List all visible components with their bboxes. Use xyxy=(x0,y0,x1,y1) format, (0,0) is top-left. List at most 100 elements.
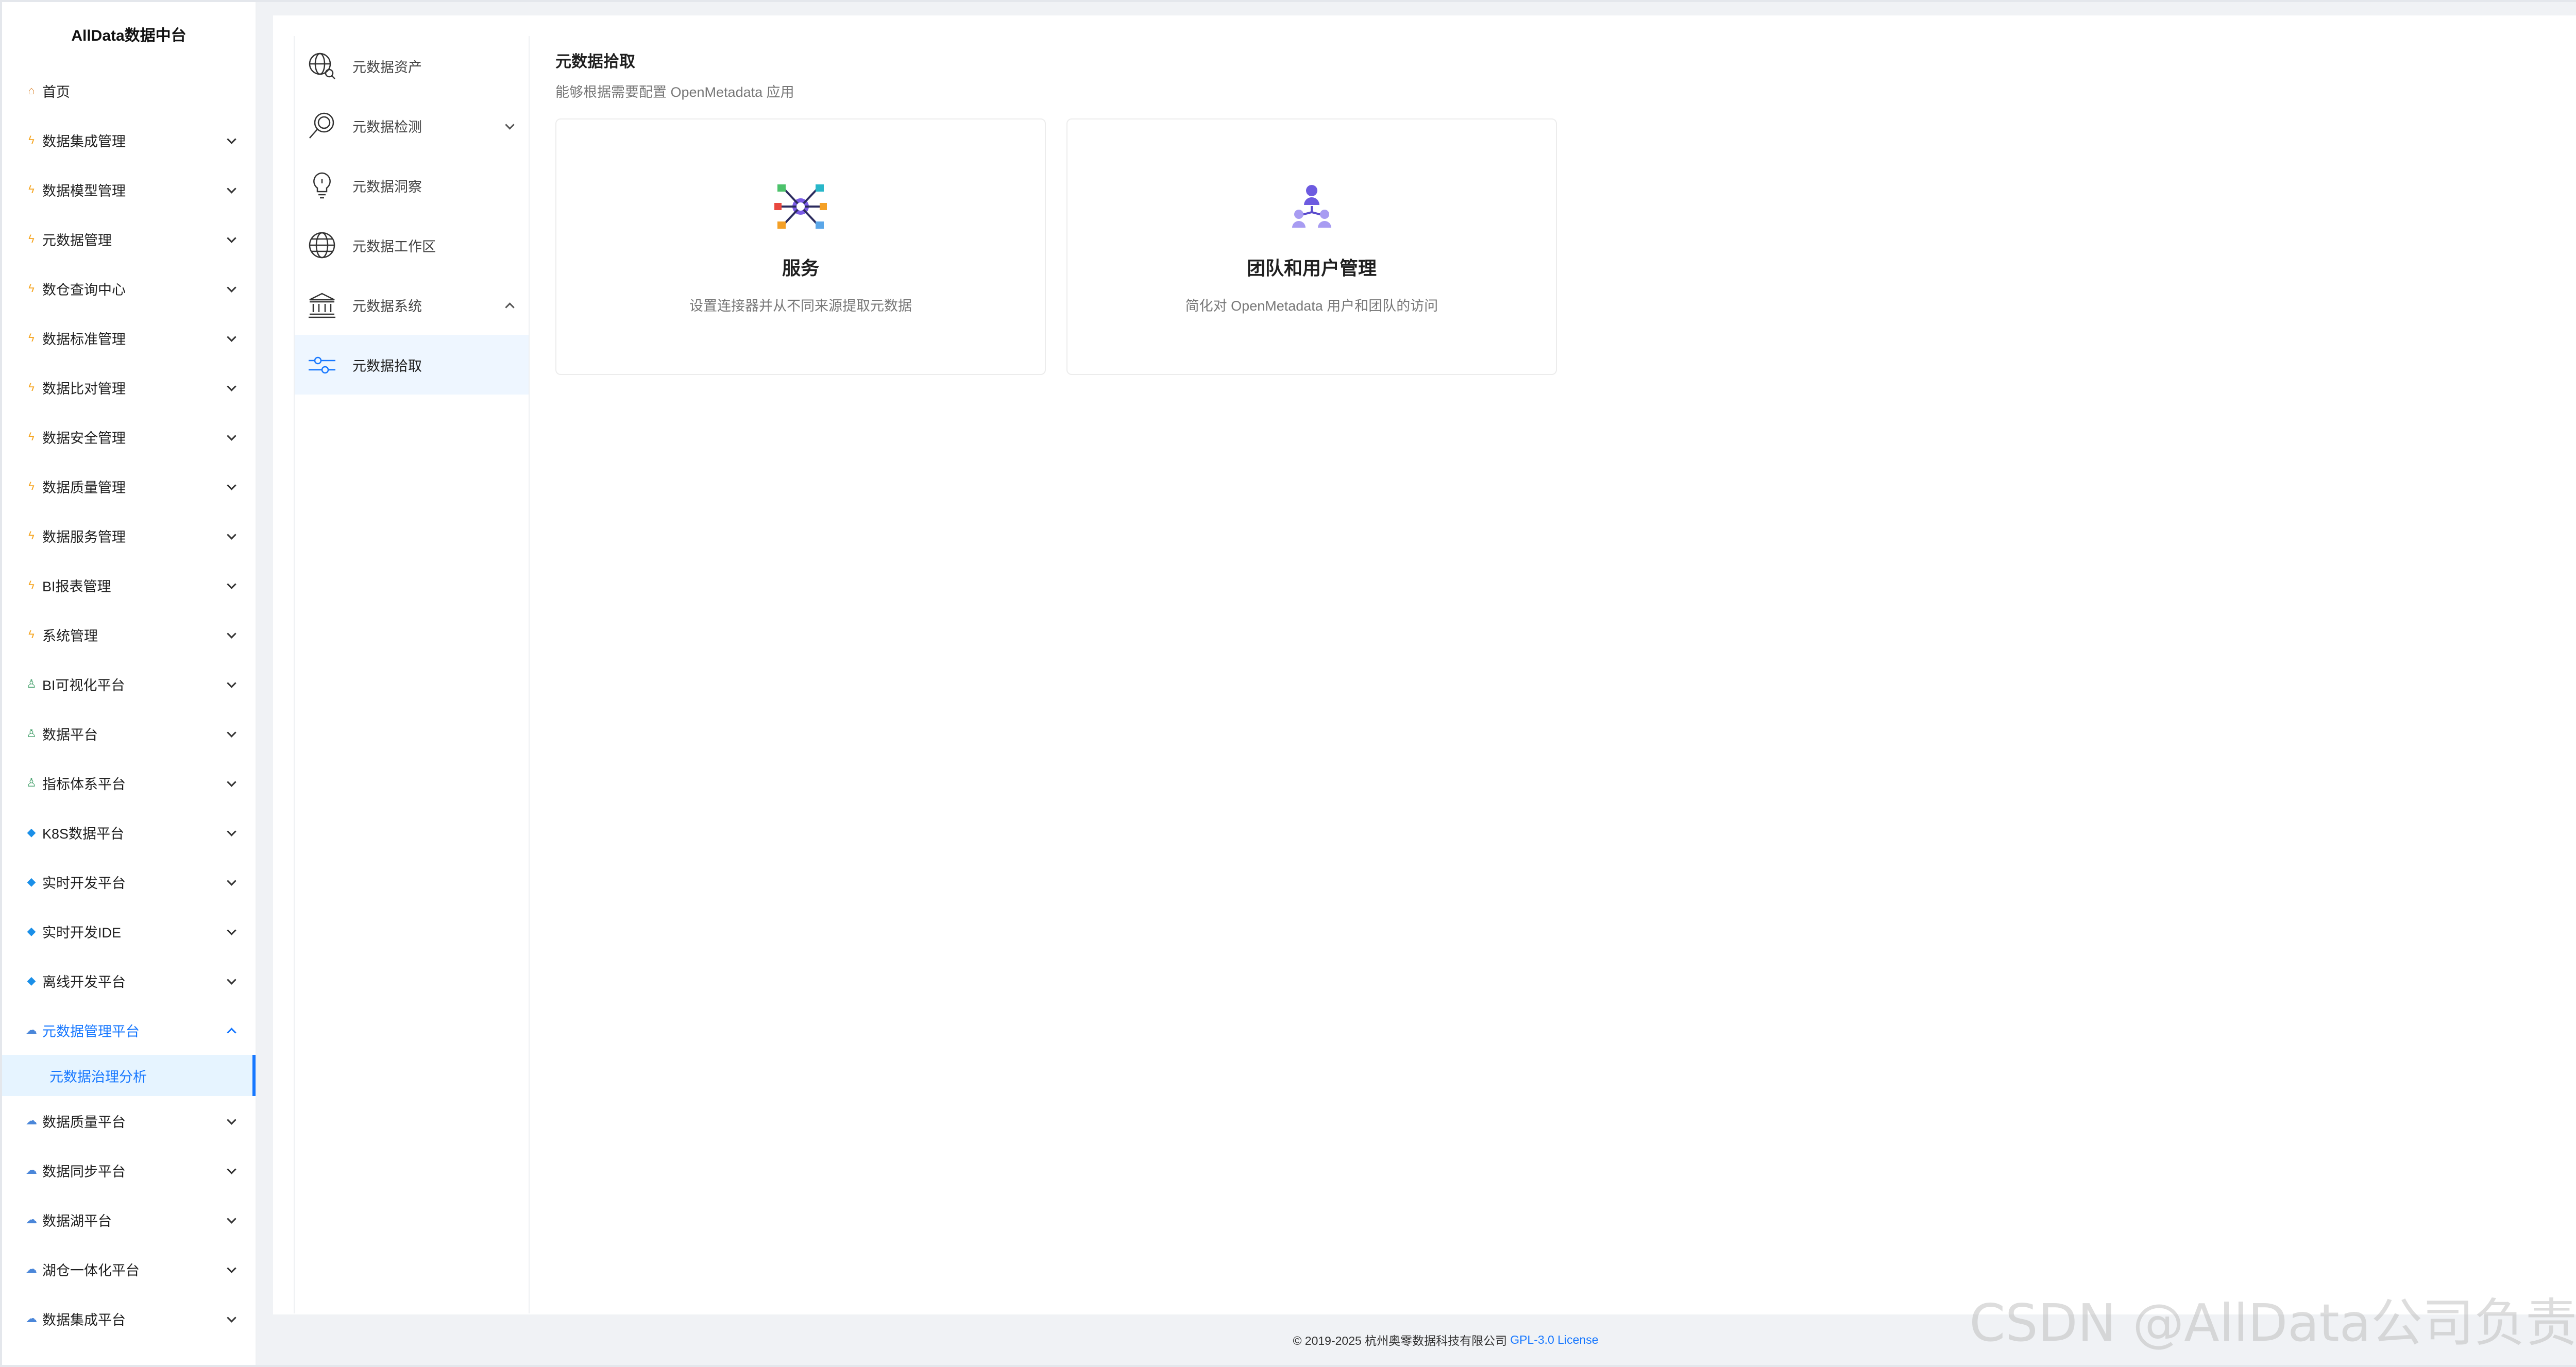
gem-icon: ◆ xyxy=(27,875,36,888)
sidebar-item[interactable]: ϟ 系统管理 xyxy=(2,610,256,659)
gem-icon: ◆ xyxy=(27,925,36,937)
sidebar-item[interactable]: ◆ K8S数据平台 xyxy=(2,808,256,857)
card-description: 设置连接器并从不同来源提取元数据 xyxy=(689,298,912,314)
cloud-icon: ☁ xyxy=(26,1262,37,1275)
main-panel: 元数据资产 元数据检测 元数据洞察 元数据工作区 元数据系统 元数据拾取 元数据… xyxy=(273,15,2576,1314)
sidebar-item-label: BI可视化平台 xyxy=(42,677,125,693)
chevron-down-icon xyxy=(226,777,237,789)
chevron-down-icon xyxy=(226,926,237,937)
chevron-down-icon xyxy=(226,975,237,986)
sidebar-item[interactable]: ☁ 数据集成平台 xyxy=(2,1294,256,1343)
sidebar-item-label: K8S数据平台 xyxy=(42,826,125,842)
sidebar-item[interactable]: ◆ 离线开发平台 xyxy=(2,956,256,1005)
cloud-icon: ☁ xyxy=(26,1164,37,1176)
sidebar-item[interactable]: ♙ 指标体系平台 xyxy=(2,758,256,808)
chevron-down-icon xyxy=(226,728,237,739)
bolt-icon: ϟ xyxy=(28,282,35,295)
sidebar-item-label: 指标体系平台 xyxy=(42,776,126,792)
chevron-down-icon xyxy=(226,1263,237,1275)
sidebar-item-label: 首页 xyxy=(42,84,70,100)
cloud-icon: ☁ xyxy=(26,1213,37,1226)
sidebar-item[interactable]: ☁ 湖仓一体化平台 xyxy=(2,1244,256,1294)
chevron-down-icon xyxy=(226,1214,237,1225)
sidebar-item[interactable]: ϟ 数据模型管理 xyxy=(2,165,256,214)
sidebar-item[interactable]: ϟ BI报表管理 xyxy=(2,560,256,610)
chevron-down-icon xyxy=(226,827,237,838)
subnav-item-detection[interactable]: 元数据检测 xyxy=(295,96,529,156)
card-title: 服务 xyxy=(782,258,819,279)
sidebar-item[interactable]: ϟ 数据服务管理 xyxy=(2,511,256,560)
subnav-item-insights[interactable]: 元数据洞察 xyxy=(295,156,529,215)
watermark: CSDN @AllData公司负责人 xyxy=(1969,1293,2576,1353)
globe-icon xyxy=(306,229,338,261)
sidebar-item-label: 湖仓一体化平台 xyxy=(42,1262,140,1278)
sidebar-item-label: 数据安全管理 xyxy=(42,430,126,446)
subnav-item-system[interactable]: 元数据系统 xyxy=(295,275,529,335)
cloud-icon: ☁ xyxy=(26,1114,37,1127)
sidebar-item-label: 数据集成管理 xyxy=(42,133,126,149)
card-team-user-management[interactable]: 团队和用户管理 简化对 OpenMetadata 用户和团队的访问 xyxy=(1066,118,1557,375)
chevron-down-icon xyxy=(226,1165,237,1176)
person-icon: ♙ xyxy=(26,776,37,789)
sidebar-item-label: 元数据管理 xyxy=(42,232,112,248)
bolt-icon: ϟ xyxy=(28,430,35,443)
bolt-icon: ϟ xyxy=(28,529,35,542)
subnav-item-ingestion[interactable]: 元数据拾取 xyxy=(295,335,529,395)
sidebar-item[interactable]: ☁ 数据同步平台 xyxy=(2,1146,256,1195)
chevron-down-icon xyxy=(226,233,237,245)
chevron-down-icon xyxy=(226,629,237,640)
sidebar-item-label: 系统管理 xyxy=(42,628,98,644)
sidebar-item[interactable]: ϟ 数据安全管理 xyxy=(2,412,256,462)
card-services[interactable]: 服务 设置连接器并从不同来源提取元数据 xyxy=(555,118,1046,375)
sidebar-item[interactable]: ϟ 数仓查询中心 xyxy=(2,264,256,313)
team-users-icon xyxy=(1283,178,1340,235)
chevron-down-icon xyxy=(226,431,237,442)
chevron-down-icon xyxy=(226,134,237,146)
globe-search-icon xyxy=(306,50,338,82)
chevron-down-icon xyxy=(226,481,237,492)
person-icon: ♙ xyxy=(26,677,37,690)
sidebar-item-home[interactable]: ⌂ 首页 xyxy=(2,66,256,115)
bolt-icon: ϟ xyxy=(28,133,35,146)
content-header: 元数据拾取 能够根据需要配置 OpenMetadata 应用 xyxy=(555,48,794,101)
sidebar-item[interactable]: ϟ 数据集成管理 xyxy=(2,115,256,165)
sidebar-item-label: 实时开发IDE xyxy=(42,925,122,941)
bolt-icon: ϟ xyxy=(28,331,35,344)
house-icon: ⌂ xyxy=(28,84,35,97)
chevron-down-icon xyxy=(226,382,237,393)
subnav-item-assets[interactable]: 元数据资产 xyxy=(295,36,529,96)
cloud-icon: ☁ xyxy=(26,1312,37,1325)
sidebar-subitem-active[interactable]: 元数据治理分析 xyxy=(2,1055,256,1096)
subnav-label: 元数据检测 xyxy=(352,119,422,135)
subnav-label: 元数据系统 xyxy=(352,298,422,314)
sidebar-item[interactable]: ☁ 数据质量平台 xyxy=(2,1096,256,1146)
sidebar-item[interactable]: ◆ 实时开发平台 xyxy=(2,857,256,907)
bolt-icon: ϟ xyxy=(28,183,35,196)
chevron-up-icon xyxy=(226,1024,237,1036)
gem-icon: ◆ xyxy=(27,974,36,987)
sidebar-item-label: 数据平台 xyxy=(42,727,98,743)
sidebar-item[interactable]: ♙ BI可视化平台 xyxy=(2,659,256,709)
chevron-down-icon xyxy=(226,1115,237,1126)
sidebar-item[interactable]: ♙ 数据平台 xyxy=(2,709,256,758)
sidebar-item-label: 数据标准管理 xyxy=(42,331,126,347)
subnav-label: 元数据资产 xyxy=(352,59,422,75)
person-icon: ♙ xyxy=(26,727,37,740)
chevron-down-icon xyxy=(504,120,515,131)
sidebar-item[interactable]: ◆ 实时开发IDE xyxy=(2,907,256,956)
sidebar-item[interactable]: ϟ 数据质量管理 xyxy=(2,462,256,511)
gem-icon: ◆ xyxy=(27,826,36,839)
sidebar-item[interactable]: ϟ 元数据管理 xyxy=(2,214,256,264)
lightbulb-icon xyxy=(306,169,338,201)
sidebar-item[interactable]: ☁ 数据湖平台 xyxy=(2,1195,256,1244)
chevron-down-icon xyxy=(226,1313,237,1324)
settings-cards: 服务 设置连接器并从不同来源提取元数据 团队和用户管理 简化对 OpenMeta… xyxy=(555,118,1557,375)
sidebar-item[interactable]: ϟ 数据标准管理 xyxy=(2,313,256,363)
sidebar-item-metadata-platform[interactable]: ☁ 元数据管理平台 xyxy=(2,1005,256,1055)
sidebar-item[interactable]: ϟ 数据比对管理 xyxy=(2,363,256,412)
subnav-item-workspace[interactable]: 元数据工作区 xyxy=(295,215,529,275)
sidebar-item-label: 数据集成平台 xyxy=(42,1312,126,1328)
page-title: 元数据拾取 xyxy=(555,53,635,71)
footer-copyright: © 2019-2025 杭州奥零数据科技有限公司 xyxy=(1293,1334,1507,1347)
license-link[interactable]: GPL-3.0 License xyxy=(1510,1333,1598,1347)
